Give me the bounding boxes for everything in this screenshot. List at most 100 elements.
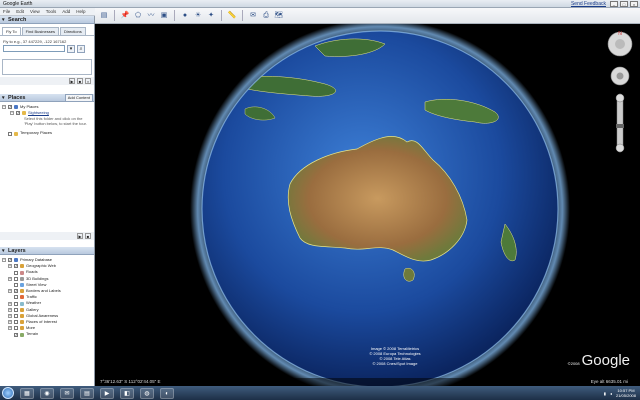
layer-terrain[interactable]: ✓ Terrain xyxy=(2,331,92,337)
menu-tools[interactable]: Tools xyxy=(46,9,57,14)
expand-icon[interactable]: + xyxy=(8,289,12,294)
checkbox-icon[interactable] xyxy=(14,320,18,325)
checkbox-icon[interactable]: ✓ xyxy=(16,111,20,116)
expand-icon[interactable]: + xyxy=(8,307,12,312)
layers-panel-header[interactable]: Layers xyxy=(0,247,94,255)
search-panel-header[interactable]: Search xyxy=(0,16,94,24)
view-in-maps-icon[interactable]: 🗺 xyxy=(274,11,284,21)
checkbox-icon[interactable] xyxy=(14,301,18,306)
add-content-button[interactable]: Add Content xyxy=(64,94,93,102)
folder-icon xyxy=(20,320,24,325)
search-results-box[interactable] xyxy=(2,59,92,75)
taskbar-app-icon[interactable]: ◐ xyxy=(160,387,174,399)
checkbox-icon[interactable]: ✓ xyxy=(8,105,12,110)
stop-icon[interactable]: ■ xyxy=(77,78,83,84)
expand-icon[interactable]: + xyxy=(8,326,12,331)
search-controls: ▶ ■ × xyxy=(0,77,94,85)
status-bar: 7°36'12.63" S 112°02'44.05" E Eye alt 66… xyxy=(95,378,640,386)
zoom-thumb[interactable] xyxy=(616,124,624,128)
fly-to-hint: Fly to e.g., 37 447229, -122 167162 xyxy=(3,39,67,44)
search-row: ▾ ⌕ xyxy=(0,45,94,53)
checkbox-icon[interactable] xyxy=(8,131,12,136)
start-button[interactable] xyxy=(2,387,14,399)
checkbox-icon[interactable] xyxy=(14,326,18,331)
sky-icon[interactable]: ✦ xyxy=(206,11,216,21)
tab-directions[interactable]: Directions xyxy=(59,27,86,35)
volume-icon[interactable]: ◂ xyxy=(610,391,612,396)
hide-sidebar-icon[interactable]: ▤ xyxy=(99,11,109,21)
network-icon[interactable]: ▮ xyxy=(604,391,606,396)
north-icon[interactable]: N xyxy=(618,31,622,37)
checkbox-icon[interactable] xyxy=(14,295,18,300)
fly-to-input[interactable] xyxy=(3,45,65,52)
taskbar-window-icon[interactable]: ◧ xyxy=(120,387,134,399)
checkbox-icon[interactable]: ✓ xyxy=(14,264,18,269)
placemark-icon[interactable]: 📌 xyxy=(120,11,130,21)
checkbox-icon[interactable] xyxy=(14,282,18,287)
zoom-out-icon[interactable] xyxy=(615,143,625,153)
image-overlay-icon[interactable]: ▣ xyxy=(159,11,169,21)
record-tour-icon[interactable]: ● xyxy=(180,11,190,21)
sun-icon[interactable]: ☀ xyxy=(193,11,203,21)
traffic-icon xyxy=(20,295,24,300)
map-view[interactable]: N Image © 2008 TerraMetrics © 2008 Europ… xyxy=(95,24,640,386)
collapse-icon[interactable]: − xyxy=(2,258,6,263)
taskbar-explorer-icon[interactable]: ▦ xyxy=(20,387,34,399)
taskbar-earth-icon[interactable]: ◍ xyxy=(140,387,154,399)
taskbar-folder-icon[interactable]: ▤ xyxy=(80,387,94,399)
search-dropdown-icon[interactable]: ▾ xyxy=(67,45,75,53)
checkbox-icon[interactable] xyxy=(14,313,18,318)
menu-view[interactable]: View xyxy=(30,9,40,14)
system-tray: ▮ ◂ 10:57 PM 21/05/2008 xyxy=(604,386,636,400)
search-icon[interactable]: ⌕ xyxy=(77,45,85,53)
checkbox-icon[interactable]: ✓ xyxy=(14,289,18,294)
clock[interactable]: 10:57 PM 21/05/2008 xyxy=(616,388,636,398)
taskbar-chat-icon[interactable]: ✉ xyxy=(60,387,74,399)
play-tour-icon[interactable]: ▶ xyxy=(77,233,83,239)
checkbox-icon[interactable] xyxy=(14,276,18,281)
expand-icon[interactable]: + xyxy=(8,320,12,325)
taskbar-firefox-icon[interactable]: ◉ xyxy=(40,387,54,399)
checkbox-icon[interactable]: ✓ xyxy=(8,258,12,263)
places-panel-header[interactable]: Places Add Content xyxy=(0,94,94,102)
zoom-slider[interactable] xyxy=(616,93,624,153)
minimize-icon[interactable]: – xyxy=(610,1,618,7)
navigation-controls[interactable]: N xyxy=(607,31,633,153)
checkbox-icon[interactable]: ✓ xyxy=(14,332,18,337)
collapse-icon[interactable]: − xyxy=(2,105,6,110)
tab-fly-to[interactable]: Fly To xyxy=(2,27,21,35)
globe[interactable]: N xyxy=(95,24,640,386)
email-icon[interactable]: ✉ xyxy=(248,11,258,21)
collapse-icon[interactable]: − xyxy=(10,111,14,116)
zoom-in-icon[interactable] xyxy=(615,93,625,103)
toolbar: ▤ 📌 ⬠ 〰 ▣ ● ☀ ✦ 📏 ✉ ⎙ 🗺 xyxy=(95,8,640,24)
places-controls: ▶ ■ xyxy=(0,232,94,240)
maximize-icon[interactable]: □ xyxy=(620,1,628,7)
menu-help[interactable]: Help xyxy=(76,9,85,14)
play-icon[interactable]: ▶ xyxy=(69,78,75,84)
close-icon[interactable]: × xyxy=(630,1,638,7)
polygon-icon[interactable]: ⬠ xyxy=(133,11,143,21)
toolbar-separator xyxy=(114,10,115,21)
menu-edit[interactable]: Edit xyxy=(16,9,24,14)
ruler-icon[interactable]: 📏 xyxy=(227,11,237,21)
path-icon[interactable]: 〰 xyxy=(146,11,156,21)
taskbar-media-icon[interactable]: ▶ xyxy=(100,387,114,399)
places-title: Places xyxy=(8,95,26,101)
tab-find-businesses[interactable]: Find Businesses xyxy=(21,27,59,35)
send-feedback-link[interactable]: Send Feedback xyxy=(571,1,606,7)
places-item-label: Temporary Places xyxy=(20,130,53,136)
expand-icon[interactable]: + xyxy=(8,276,12,281)
expand-icon[interactable]: + xyxy=(8,313,12,318)
checkbox-icon[interactable] xyxy=(14,307,18,312)
clear-icon[interactable]: × xyxy=(85,78,91,84)
expand-icon[interactable]: + xyxy=(8,301,12,306)
places-item-temporary[interactable]: Temporary Places xyxy=(2,130,92,136)
checkbox-icon[interactable] xyxy=(14,270,18,275)
menu-file[interactable]: File xyxy=(3,9,10,14)
expand-icon[interactable]: + xyxy=(8,264,12,269)
stop-tour-icon[interactable]: ■ xyxy=(85,233,91,239)
menu-add[interactable]: Add xyxy=(62,9,70,14)
layer-label: Terrain xyxy=(26,331,39,337)
print-icon[interactable]: ⎙ xyxy=(261,11,271,21)
